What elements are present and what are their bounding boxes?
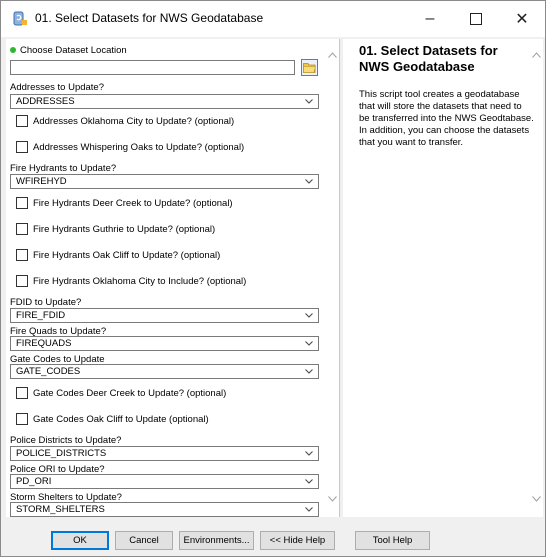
chevron-down-icon [304, 309, 314, 322]
gate-codes-select[interactable]: GATE_CODES [10, 364, 319, 379]
chevron-down-icon [304, 175, 314, 188]
checkbox-box[interactable] [16, 223, 28, 235]
window-title: 01. Select Datasets for NWS Geodatabase [35, 11, 264, 25]
scroll-up-icon[interactable] [532, 45, 541, 63]
police-districts-select-value: POLICE_DISTRICTS [16, 448, 107, 459]
folder-icon [303, 63, 316, 73]
script-tool-icon [11, 10, 29, 28]
chevron-down-icon [304, 337, 314, 350]
title-bar[interactable]: 01. Select Datasets for NWS Geodatabase … [1, 1, 545, 37]
gate-codes-select-value: GATE_CODES [16, 366, 81, 377]
cancel-button[interactable]: Cancel [115, 531, 173, 550]
parameters-panel: Choose Dataset Location Addresses to Upd… [6, 39, 340, 517]
fire-quads-select[interactable]: FIREQUADS [10, 336, 319, 351]
help-description: This script tool creates a geodatabase t… [359, 89, 534, 148]
close-icon: ✕ [515, 11, 529, 28]
dataset-location-input[interactable] [10, 60, 295, 75]
scroll-down-icon[interactable] [532, 489, 541, 507]
fdid-select-value: FIRE_FDID [16, 310, 66, 321]
minimize-button[interactable]: – [407, 1, 453, 37]
police-ori-select[interactable]: PD_ORI [10, 474, 319, 489]
police-districts-select[interactable]: POLICE_DISTRICTS [10, 446, 319, 461]
checkbox-box[interactable] [16, 249, 28, 261]
hydrants-deer-creek-checkbox[interactable]: Fire Hydrants Deer Creek to Update? (opt… [16, 197, 233, 209]
storm-shelters-select[interactable]: STORM_SHELTERS [10, 502, 319, 517]
fire-hydrants-select[interactable]: WFIREHYD [10, 174, 319, 189]
help-scrollbar[interactable] [531, 39, 543, 517]
hydrants-okc-checkbox[interactable]: Fire Hydrants Oklahoma City to Include? … [16, 275, 246, 287]
hydrants-guthrie-checkbox[interactable]: Fire Hydrants Guthrie to Update? (option… [16, 223, 215, 235]
addresses-whispering-oaks-checkbox[interactable]: Addresses Whispering Oaks to Update? (op… [16, 141, 244, 153]
addresses-okc-checkbox[interactable]: Addresses Oklahoma City to Update? (opti… [16, 115, 234, 127]
addresses-select-value: ADDRESSES [16, 96, 75, 107]
gate-codes-oak-cliff-checkbox[interactable]: Gate Codes Oak Cliff to Update (optional… [16, 413, 209, 425]
chevron-down-icon [304, 365, 314, 378]
dataset-location-label: Choose Dataset Location [10, 45, 127, 56]
browse-folder-button[interactable] [301, 59, 318, 76]
scroll-down-icon[interactable] [328, 489, 337, 507]
police-districts-label: Police Districts to Update? [10, 435, 122, 446]
fdid-label: FDID to Update? [10, 297, 82, 308]
checkbox-box[interactable] [16, 413, 28, 425]
maximize-button[interactable] [453, 1, 499, 37]
hide-help-button[interactable]: << Hide Help [260, 531, 335, 550]
addresses-select[interactable]: ADDRESSES [10, 94, 319, 109]
tool-dialog: 01. Select Datasets for NWS Geodatabase … [0, 0, 546, 557]
ok-button[interactable]: OK [51, 531, 109, 550]
storm-shelters-select-value: STORM_SHELTERS [16, 504, 105, 515]
environments-button[interactable]: Environments... [179, 531, 254, 550]
chevron-down-icon [304, 475, 314, 488]
help-title: 01. Select Datasets for NWS Geodatabase [359, 43, 498, 74]
maximize-icon [470, 13, 482, 25]
parameters-scrollbar[interactable] [326, 39, 339, 517]
chevron-down-icon [304, 503, 314, 516]
required-dot-icon [10, 47, 16, 54]
checkbox-box[interactable] [16, 387, 28, 399]
scroll-up-icon[interactable] [328, 45, 337, 63]
police-ori-select-value: PD_ORI [16, 476, 52, 487]
fdid-select[interactable]: FIRE_FDID [10, 308, 319, 323]
fire-hydrants-label: Fire Hydrants to Update? [10, 163, 117, 174]
checkbox-box[interactable] [16, 115, 28, 127]
checkbox-box[interactable] [16, 141, 28, 153]
gate-codes-deer-creek-checkbox[interactable]: Gate Codes Deer Creek to Update? (option… [16, 387, 226, 399]
close-button[interactable]: ✕ [499, 1, 545, 37]
checkbox-box[interactable] [16, 275, 28, 287]
fire-hydrants-select-value: WFIREHYD [16, 176, 67, 187]
hydrants-oak-cliff-checkbox[interactable]: Fire Hydrants Oak Cliff to Update? (opti… [16, 249, 220, 261]
checkbox-box[interactable] [16, 197, 28, 209]
addresses-label: Addresses to Update? [10, 82, 105, 93]
chevron-down-icon [304, 447, 314, 460]
chevron-down-icon [304, 95, 314, 108]
fire-quads-select-value: FIREQUADS [16, 338, 72, 349]
tool-help-button[interactable]: Tool Help [355, 531, 430, 550]
help-panel: 01. Select Datasets for NWS Geodatabase … [343, 39, 543, 517]
minimize-icon: – [425, 10, 435, 27]
